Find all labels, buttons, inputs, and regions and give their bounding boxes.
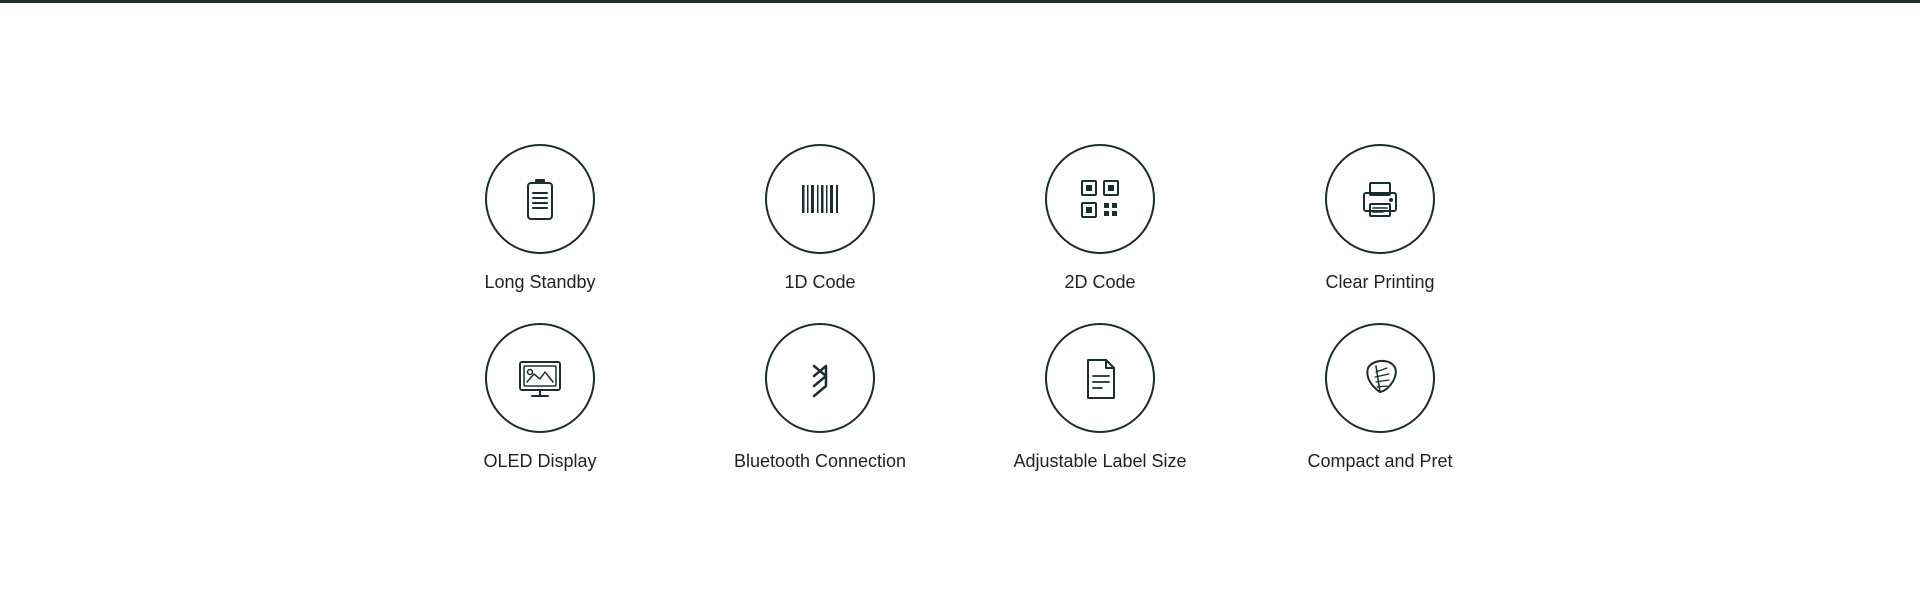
feather-icon xyxy=(1354,352,1406,404)
feature-oled-display: OLED Display xyxy=(460,323,620,472)
oled-display-label: OLED Display xyxy=(483,451,596,472)
feature-adjustable-label: Adjustable Label Size xyxy=(1020,323,1180,472)
feature-compact: Compact and Pret xyxy=(1300,323,1460,472)
feature-2d-code: 2D Code xyxy=(1020,144,1180,293)
oled-display-icon-circle xyxy=(485,323,595,433)
display-icon xyxy=(514,352,566,404)
2d-code-icon-circle xyxy=(1045,144,1155,254)
compact-icon-circle xyxy=(1325,323,1435,433)
feature-1d-code: 1D Code xyxy=(740,144,900,293)
feature-bluetooth: Bluetooth Connection xyxy=(740,323,900,472)
bluetooth-icon-circle xyxy=(765,323,875,433)
feature-clear-printing: Clear Printing xyxy=(1300,144,1460,293)
features-grid: Long Standby 1D Code xyxy=(0,3,1920,613)
qrcode-icon xyxy=(1074,173,1126,225)
feature-long-standby: Long Standby xyxy=(460,144,620,293)
1d-code-label: 1D Code xyxy=(784,272,855,293)
features-row-1: Long Standby 1D Code xyxy=(460,144,1460,293)
label-icon xyxy=(1074,352,1126,404)
1d-code-icon-circle xyxy=(765,144,875,254)
bluetooth-label: Bluetooth Connection xyxy=(734,451,906,472)
long-standby-icon-circle xyxy=(485,144,595,254)
features-row-2: OLED Display Bluetooth Connection xyxy=(460,323,1460,472)
clear-printing-label: Clear Printing xyxy=(1325,272,1434,293)
adjustable-label-icon-circle xyxy=(1045,323,1155,433)
compact-label: Compact and Pret xyxy=(1307,451,1452,472)
adjustable-label-label: Adjustable Label Size xyxy=(1013,451,1186,472)
barcode-icon xyxy=(794,173,846,225)
clear-printing-icon-circle xyxy=(1325,144,1435,254)
bluetooth-icon xyxy=(794,352,846,404)
battery-icon xyxy=(516,175,564,223)
long-standby-label: Long Standby xyxy=(484,272,595,293)
2d-code-label: 2D Code xyxy=(1064,272,1135,293)
printer-icon xyxy=(1354,173,1406,225)
